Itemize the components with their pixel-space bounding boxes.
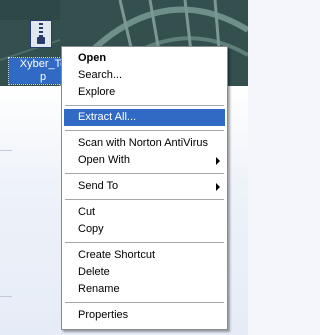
menu-item-create-shortcut[interactable]: Create Shortcut	[64, 247, 225, 264]
context-menu: Open Search... Explore Extract All... Sc…	[61, 46, 228, 330]
menu-item-extract-all[interactable]: Extract All...	[64, 109, 225, 126]
menu-item-rename[interactable]: Rename	[64, 281, 225, 298]
zip-archive-icon[interactable]	[30, 20, 52, 48]
menu-separator	[65, 302, 224, 303]
menu-separator	[65, 105, 224, 106]
desktop-edge-mark	[0, 150, 12, 151]
menu-item-search[interactable]: Search...	[64, 67, 225, 84]
menu-separator	[65, 173, 224, 174]
menu-item-cut[interactable]: Cut	[64, 204, 225, 221]
menu-item-open-with-label: Open With	[78, 154, 130, 166]
menu-item-properties[interactable]: Properties	[64, 307, 225, 324]
menu-separator	[65, 199, 224, 200]
menu-item-open[interactable]: Open	[64, 50, 225, 67]
submenu-arrow-icon	[216, 183, 220, 191]
menu-item-copy[interactable]: Copy	[64, 221, 225, 238]
desktop-edge-mark	[0, 296, 12, 297]
menu-item-open-with[interactable]: Open With	[64, 152, 225, 169]
menu-item-explore[interactable]: Explore	[64, 84, 225, 101]
menu-item-send-to[interactable]: Send To	[64, 178, 225, 195]
menu-item-send-to-label: Send To	[78, 180, 119, 192]
menu-item-delete[interactable]: Delete	[64, 264, 225, 281]
menu-separator	[65, 242, 224, 243]
submenu-arrow-icon	[216, 157, 220, 165]
menu-item-scan-norton[interactable]: Scan with Norton AntiVirus	[64, 135, 225, 152]
menu-separator	[65, 130, 224, 131]
